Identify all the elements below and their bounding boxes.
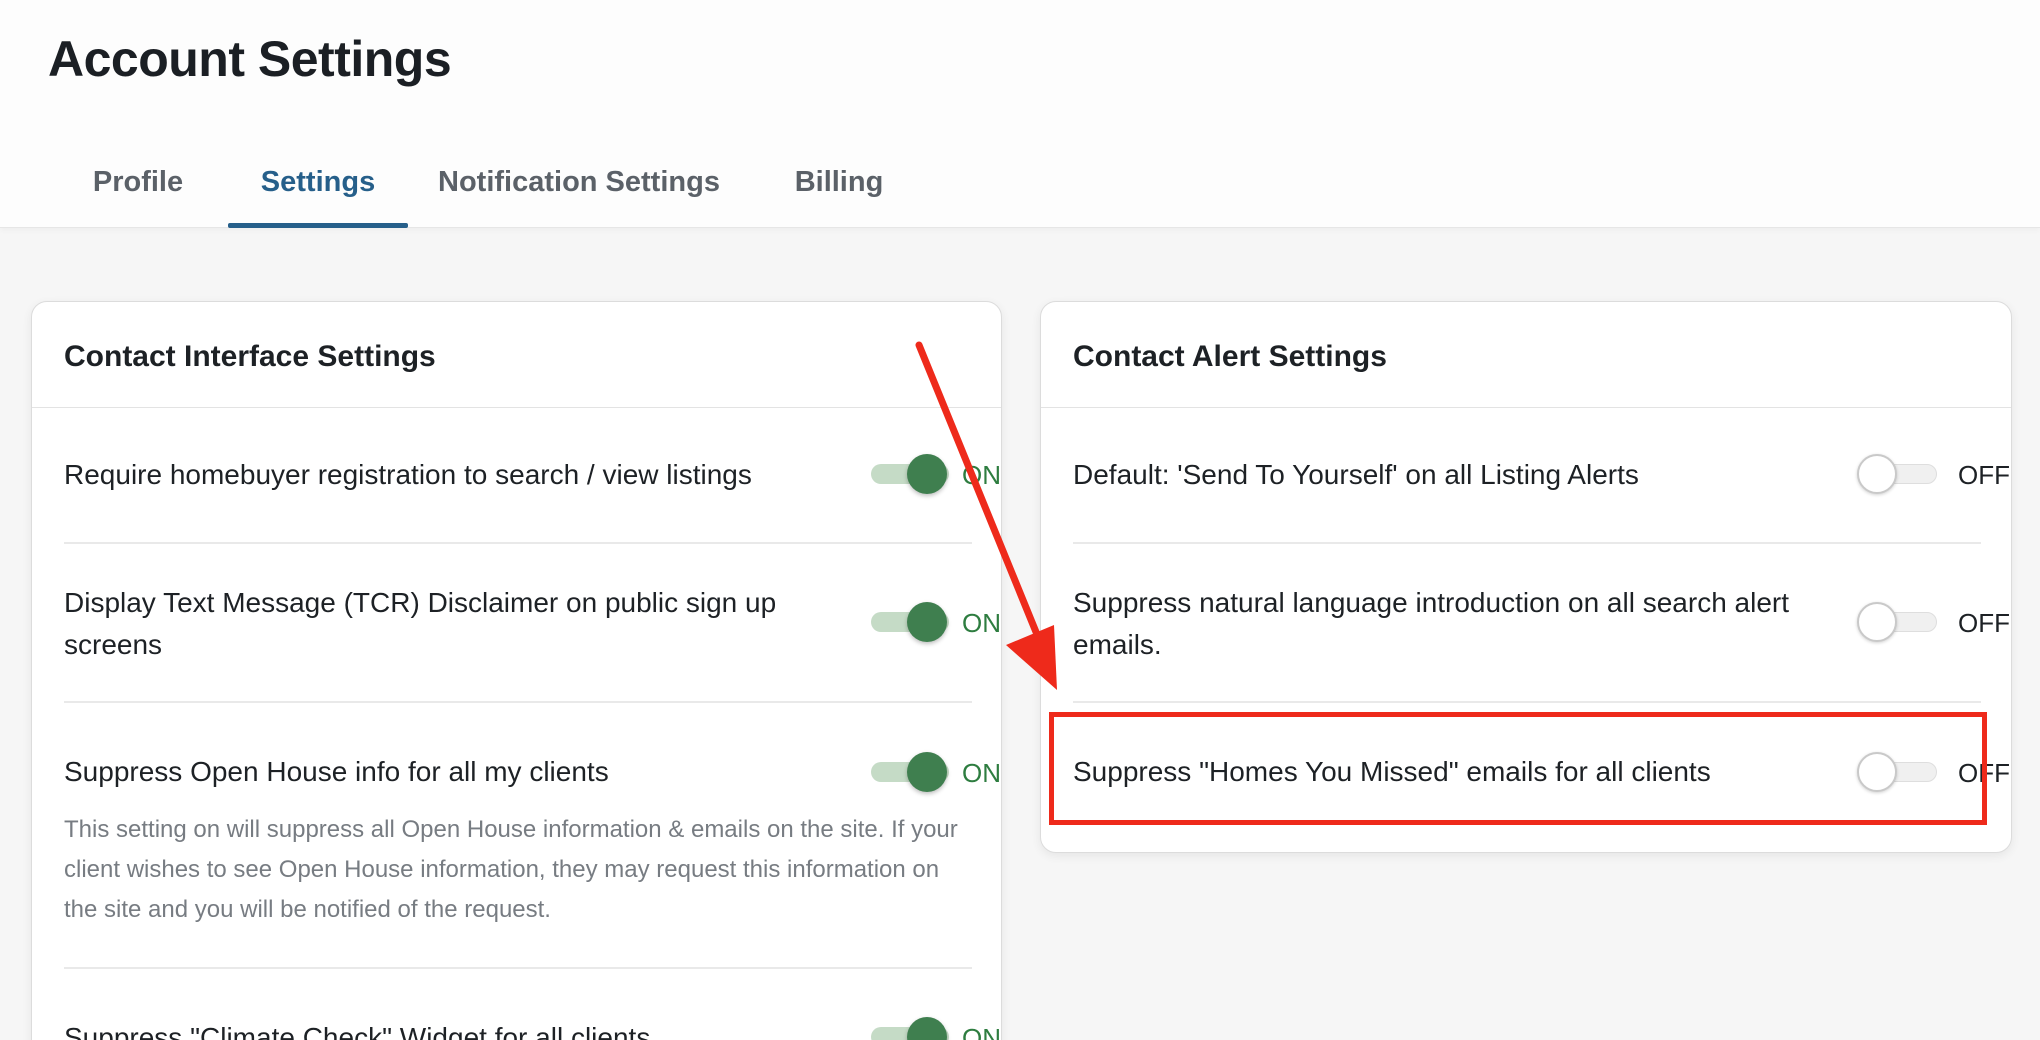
setting-row-tcr-disclaimer: Display Text Message (TCR) Disclaimer on… xyxy=(64,544,1001,704)
toggle-knob xyxy=(907,602,947,642)
toggle-knob xyxy=(907,454,947,494)
setting-label: Suppress Open House info for all my clie… xyxy=(64,756,609,787)
tab-profile[interactable]: Profile xyxy=(86,150,190,228)
toggle-state-label: ON xyxy=(962,758,1001,788)
setting-label: Display Text Message (TCR) Disclaimer on… xyxy=(64,587,777,660)
divider xyxy=(1041,407,2011,408)
tab-billing[interactable]: Billing xyxy=(786,150,892,228)
toggle-state-label: ON xyxy=(962,460,1001,490)
homes-you-missed-toggle[interactable] xyxy=(1857,752,1939,792)
setting-label: Default: 'Send To Yourself' on all Listi… xyxy=(1073,459,1639,490)
require-registration-toggle[interactable] xyxy=(869,454,951,494)
tab-notification-settings[interactable]: Notification Settings xyxy=(434,150,724,228)
setting-row-suppress-open-house: Suppress Open House info for all my clie… xyxy=(64,702,1001,972)
toggle-knob xyxy=(1857,602,1897,642)
contact-alert-settings-card: Contact Alert Settings Default: 'Send To… xyxy=(1040,301,2012,853)
setting-description: This setting on will suppress all Open H… xyxy=(64,816,958,923)
toggle-knob xyxy=(907,1017,947,1040)
send-to-yourself-toggle[interactable] xyxy=(1857,454,1939,494)
setting-row-homes-you-missed: Suppress "Homes You Missed" emails for a… xyxy=(1073,702,2010,842)
page-header: Account Settings Profile Settings Notifi… xyxy=(0,0,2040,228)
toggle-knob xyxy=(907,752,947,792)
card-title: Contact Alert Settings xyxy=(1073,340,1387,373)
account-settings-page: Account Settings Profile Settings Notifi… xyxy=(0,0,2040,1040)
card-title: Contact Interface Settings xyxy=(64,340,436,373)
toggle-state-label: ON xyxy=(962,608,1001,638)
toggle-state-label: ON xyxy=(962,1023,1001,1040)
toggle-state-label: OFF xyxy=(1958,608,2010,638)
climate-check-toggle[interactable] xyxy=(869,1017,951,1040)
toggle-state-label: OFF xyxy=(1958,758,2010,788)
setting-label: Suppress "Climate Check" Widget for all … xyxy=(64,1022,651,1040)
toggle-knob xyxy=(1857,454,1897,494)
tcr-disclaimer-toggle[interactable] xyxy=(869,602,951,642)
natural-language-toggle[interactable] xyxy=(1857,602,1939,642)
divider xyxy=(32,407,1001,408)
page-title: Account Settings xyxy=(48,31,452,87)
toggle-state-label: OFF xyxy=(1958,460,2010,490)
setting-row-send-to-yourself: Default: 'Send To Yourself' on all Listi… xyxy=(1073,432,2010,562)
setting-row-climate-check: Suppress "Climate Check" Widget for all … xyxy=(64,969,1001,1040)
setting-label: Suppress natural language introduction o… xyxy=(1073,587,1790,660)
suppress-open-house-toggle[interactable] xyxy=(869,752,951,792)
toggle-knob xyxy=(1857,752,1897,792)
tab-settings[interactable]: Settings xyxy=(228,150,408,228)
setting-row-require-registration: Require homebuyer registration to search… xyxy=(64,432,1001,562)
setting-label: Require homebuyer registration to search… xyxy=(64,459,752,490)
setting-row-natural-language: Suppress natural language introduction o… xyxy=(1073,544,2010,704)
setting-label: Suppress "Homes You Missed" emails for a… xyxy=(1073,756,1711,787)
contact-interface-settings-card: Contact Interface Settings Require homeb… xyxy=(31,301,1002,1040)
